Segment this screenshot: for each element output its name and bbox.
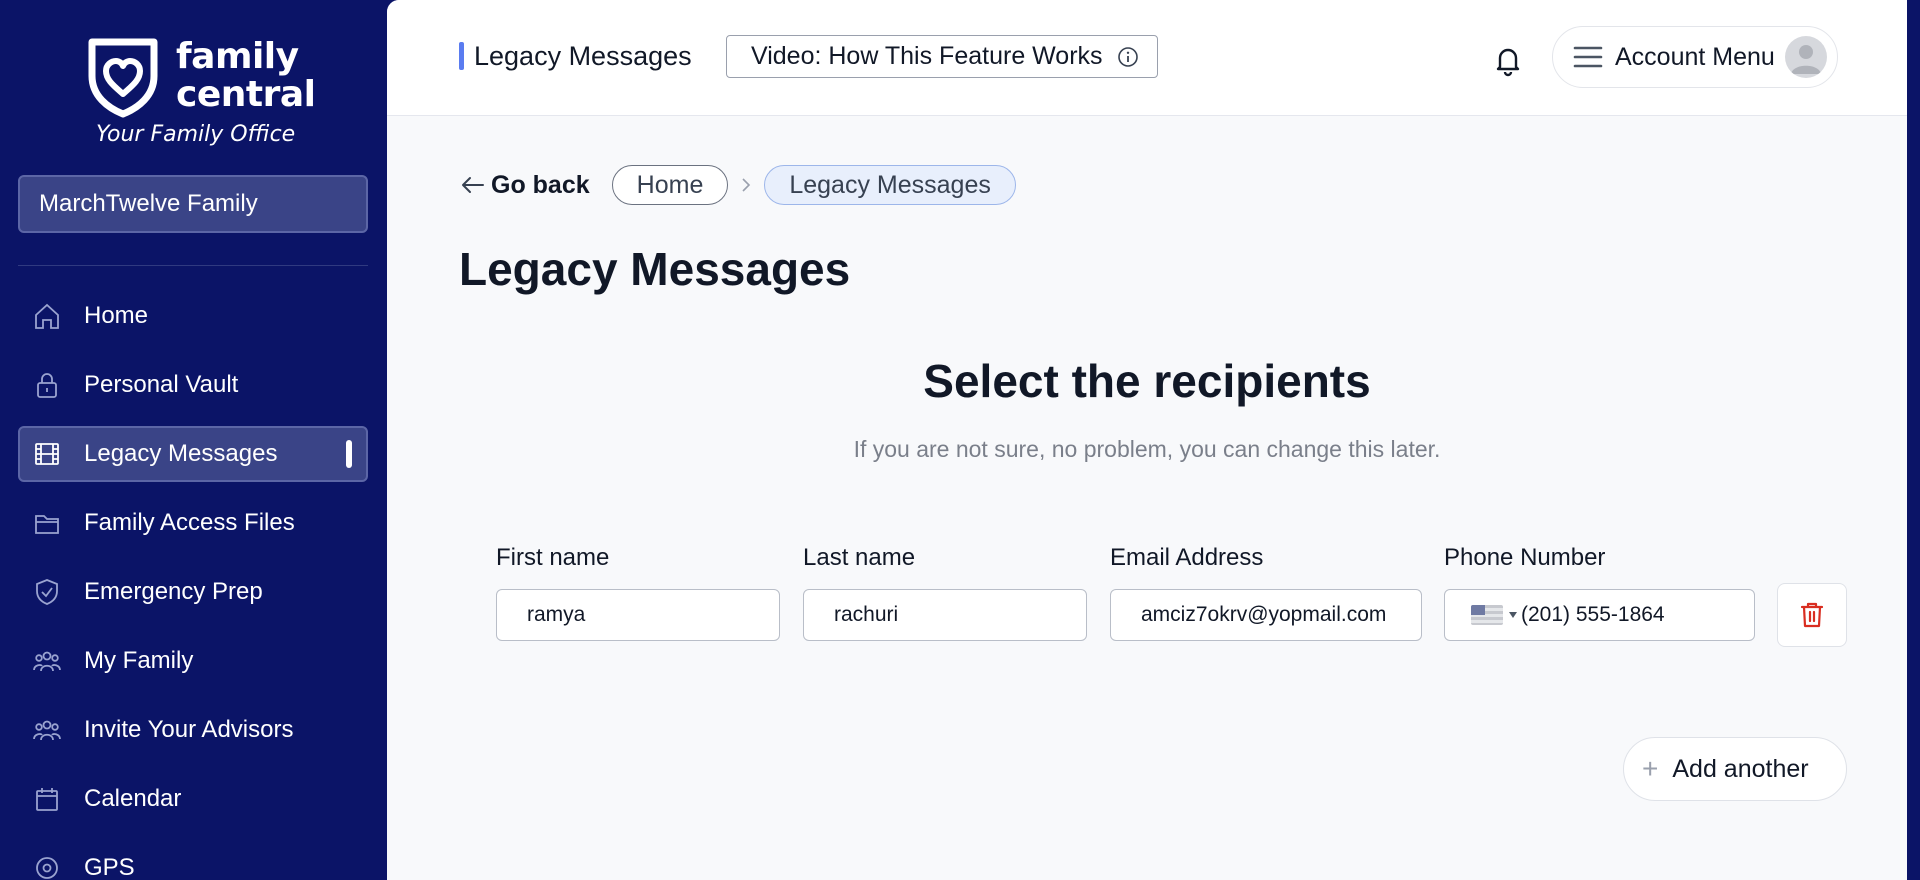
sidebar-item-legacy-messages[interactable]: Legacy Messages [18, 426, 368, 482]
lock-icon [30, 368, 64, 402]
feature-video-button[interactable]: Video: How This Feature Works [726, 35, 1158, 78]
last-name-field[interactable]: rachuri [803, 589, 1087, 641]
plus-icon: + [1642, 753, 1659, 784]
sidebar-item-family-access-files[interactable]: Family Access Files [18, 495, 368, 551]
shield-check-icon [30, 575, 64, 609]
caret-down-icon[interactable] [1509, 612, 1517, 618]
sidebar-item-emergency-prep[interactable]: Emergency Prep [18, 564, 368, 620]
sidebar-item-label: Invite Your Advisors [84, 716, 294, 743]
window-edge [1907, 0, 1920, 880]
add-another-button[interactable]: + Add another [1623, 737, 1847, 801]
people-icon [30, 644, 64, 678]
sidebar-item-calendar[interactable]: Calendar [18, 771, 368, 827]
delete-recipient-button[interactable] [1777, 583, 1847, 647]
section-subtitle: If you are not sure, no problem, you can… [853, 436, 1441, 462]
sidebar-item-label: Calendar [84, 785, 182, 812]
sidebar-divider [18, 265, 368, 266]
breadcrumb-current[interactable]: Legacy Messages [764, 165, 1016, 205]
sidebar-item-label: Home [84, 302, 149, 329]
arrow-left-icon [462, 177, 484, 193]
notification-bell-icon[interactable] [1490, 42, 1526, 78]
current-page-indicator: Legacy Messages [459, 40, 692, 71]
sidebar-item-label: Family Access Files [84, 509, 295, 536]
family-selector[interactable]: MarchTwelve Family [18, 175, 368, 233]
avatar [1785, 36, 1827, 78]
film-icon [30, 437, 64, 471]
email-field[interactable]: amciz7okrv@yopmail.com [1110, 589, 1422, 641]
sidebar-nav: Home Personal Vault Legacy Messages Fami… [18, 288, 368, 880]
first-name-field[interactable]: ramya [496, 589, 780, 641]
add-another-label: Add another [1672, 754, 1809, 783]
email-label: Email Address [1110, 544, 1264, 571]
sidebar-item-gps[interactable]: GPS [18, 840, 368, 880]
account-menu-label: Account Menu [1615, 42, 1775, 71]
sidebar-item-label: My Family [84, 647, 194, 674]
chevron-right-icon [742, 178, 751, 192]
account-menu-button[interactable]: Account Menu [1552, 26, 1838, 88]
sidebar-item-home[interactable]: Home [18, 288, 368, 344]
main-panel: Legacy Messages Video: How This Feature … [387, 0, 1907, 880]
section-title: Select the recipients [923, 355, 1371, 407]
sidebar-item-label: GPS [84, 854, 135, 880]
active-indicator [346, 440, 352, 468]
sidebar-item-label: Personal Vault [84, 371, 239, 398]
go-back-label: Go back [491, 170, 590, 199]
brand-logo[interactable]: family central Your Family Office [84, 34, 316, 152]
heart-shield-logo-icon [88, 38, 158, 118]
phone-field[interactable]: (201) 555-1864 [1444, 589, 1755, 641]
sidebar-item-invite-advisors[interactable]: Invite Your Advisors [18, 702, 368, 758]
hamburger-menu-icon [1573, 46, 1603, 68]
sidebar-item-label: Emergency Prep [84, 578, 263, 605]
page-title: Legacy Messages [459, 243, 851, 295]
home-icon [30, 299, 64, 333]
feature-video-label: Video: How This Feature Works [751, 42, 1103, 70]
first-name-label: First name [496, 544, 610, 571]
us-flag-icon[interactable] [1471, 605, 1503, 625]
sidebar-item-my-family[interactable]: My Family [18, 633, 368, 689]
top-bar: Legacy Messages Video: How This Feature … [387, 0, 1907, 116]
phone-value: (201) 555-1864 [1521, 603, 1665, 626]
breadcrumb: Go back Home Legacy Messages [459, 164, 1016, 206]
trash-icon [1800, 602, 1824, 628]
location-icon [30, 851, 64, 880]
folder-icon [30, 506, 64, 540]
sidebar-item-label: Legacy Messages [84, 440, 278, 467]
sidebar-item-personal-vault[interactable]: Personal Vault [18, 357, 368, 413]
phone-label: Phone Number [1444, 544, 1606, 571]
current-page-label: Legacy Messages [474, 40, 692, 71]
brand-tagline: Your Family Office [96, 122, 296, 147]
brand-wordmark: family central [176, 36, 316, 115]
people-icon [30, 713, 64, 747]
breadcrumb-home[interactable]: Home [611, 165, 729, 205]
last-name-label: Last name [803, 544, 916, 571]
info-icon [1117, 46, 1138, 67]
calendar-icon [30, 782, 64, 816]
go-back-link[interactable]: Go back [459, 171, 590, 200]
accent-bar [459, 42, 464, 70]
sidebar: family central Your Family Office MarchT… [0, 0, 387, 880]
